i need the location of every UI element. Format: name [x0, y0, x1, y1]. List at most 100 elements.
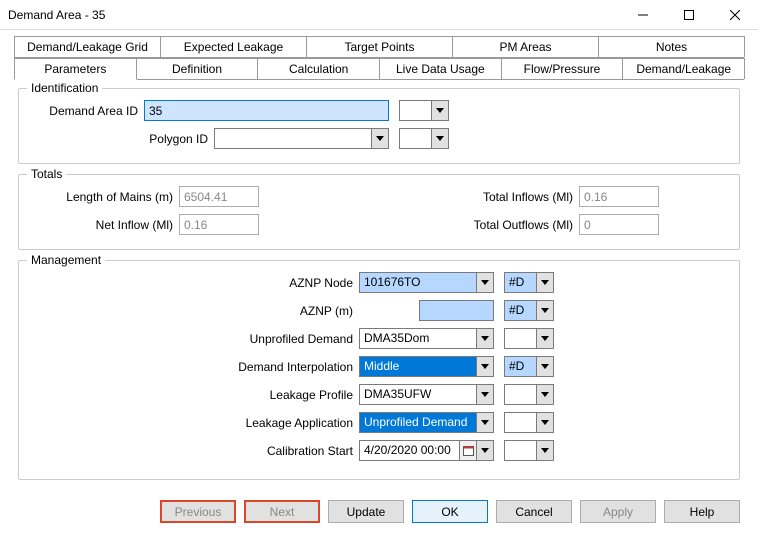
polygon-id-label: Polygon ID [29, 132, 214, 146]
aznp-node-flag-combo[interactable]: #D [504, 272, 554, 293]
flag-value: #D [505, 301, 536, 320]
management-group: Management AZNP Node 101676TO #D AZNP (m… [18, 260, 740, 480]
flag-value [400, 129, 431, 148]
chevron-down-icon [431, 129, 448, 148]
chevron-down-icon [476, 385, 493, 404]
tab-demand-leakage-grid[interactable]: Demand/Leakage Grid [14, 36, 161, 57]
calibration-start-picker[interactable]: 4/20/2020 00:00 [359, 440, 494, 461]
tab-notes[interactable]: Notes [598, 36, 745, 57]
chevron-down-icon [476, 413, 493, 432]
leakage-application-flag-combo[interactable] [504, 412, 554, 433]
flag-value [505, 385, 536, 404]
leakage-profile-flag-combo[interactable] [504, 384, 554, 405]
total-outflows-input [579, 214, 659, 235]
aznp-m-label: AZNP (m) [29, 304, 359, 318]
tab-row-bottom: Parameters Definition Calculation Live D… [14, 58, 744, 80]
calibration-start-flag-combo[interactable] [504, 440, 554, 461]
flag-value [505, 329, 536, 348]
tab-demand-leakage[interactable]: Demand/Leakage [622, 58, 745, 79]
chevron-down-icon [536, 385, 553, 404]
chevron-down-icon [536, 301, 553, 320]
tab-flow-pressure[interactable]: Flow/Pressure [501, 58, 624, 79]
leakage-application-label: Leakage Application [29, 416, 359, 430]
aznp-node-label: AZNP Node [29, 276, 359, 290]
chevron-down-icon [536, 273, 553, 292]
tab-definition[interactable]: Definition [136, 58, 259, 79]
calendar-icon [459, 441, 476, 460]
leakage-application-combo[interactable]: Unprofiled Demand [359, 412, 494, 433]
aznp-node-value: 101676TO [360, 273, 476, 292]
total-inflows-input [579, 186, 659, 207]
demand-interpolation-combo[interactable]: Middle [359, 356, 494, 377]
polygon-id-combo[interactable] [214, 128, 389, 149]
tab-parameters[interactable]: Parameters [14, 58, 137, 80]
chevron-down-icon [476, 273, 493, 292]
demand-area-id-label: Demand Area ID [29, 104, 144, 118]
button-bar: Previous Next Update OK Cancel Apply Hel… [0, 490, 758, 535]
flag-value [505, 441, 536, 460]
length-of-mains-input [179, 186, 259, 207]
close-button[interactable] [712, 0, 758, 30]
flag-value [400, 101, 431, 120]
unprofiled-demand-flag-combo[interactable] [504, 328, 554, 349]
leakage-profile-combo[interactable]: DMA35UFW [359, 384, 494, 405]
unprofiled-demand-label: Unprofiled Demand [29, 332, 359, 346]
unprofiled-demand-value: DMA35Dom [360, 329, 476, 348]
minimize-button[interactable] [620, 0, 666, 30]
calibration-start-label: Calibration Start [29, 444, 359, 458]
cancel-button[interactable]: Cancel [496, 500, 572, 523]
maximize-button[interactable] [666, 0, 712, 30]
tab-live-data-usage[interactable]: Live Data Usage [379, 58, 502, 79]
chevron-down-icon [476, 441, 493, 460]
totals-legend: Totals [27, 167, 66, 181]
demand-interpolation-flag-combo[interactable]: #D [504, 356, 554, 377]
chevron-down-icon [536, 329, 553, 348]
tab-row-top: Demand/Leakage Grid Expected Leakage Tar… [14, 36, 744, 58]
management-legend: Management [27, 253, 105, 267]
window-title: Demand Area - 35 [8, 8, 620, 22]
aznp-m-input[interactable] [419, 300, 494, 321]
identification-legend: Identification [27, 81, 102, 95]
identification-group: Identification Demand Area ID Polygon ID [18, 88, 740, 164]
total-outflows-label: Total Outflows (Ml) [429, 218, 579, 232]
help-button[interactable]: Help [664, 500, 740, 523]
net-inflow-input [179, 214, 259, 235]
tab-pm-areas[interactable]: PM Areas [452, 36, 599, 57]
leakage-profile-label: Leakage Profile [29, 388, 359, 402]
chevron-down-icon [476, 357, 493, 376]
aznp-node-combo[interactable]: 101676TO [359, 272, 494, 293]
demand-area-id-flag-combo[interactable] [399, 100, 449, 121]
tab-target-points[interactable]: Target Points [306, 36, 453, 57]
chevron-down-icon [476, 329, 493, 348]
polygon-id-value [215, 129, 371, 148]
polygon-id-flag-combo[interactable] [399, 128, 449, 149]
unprofiled-demand-combo[interactable]: DMA35Dom [359, 328, 494, 349]
total-inflows-label: Total Inflows (Ml) [429, 190, 579, 204]
demand-interpolation-label: Demand Interpolation [29, 360, 359, 374]
titlebar: Demand Area - 35 [0, 0, 758, 30]
next-button[interactable]: Next [244, 500, 320, 523]
tab-expected-leakage[interactable]: Expected Leakage [160, 36, 307, 57]
demand-area-id-input[interactable] [144, 100, 389, 121]
chevron-down-icon [536, 357, 553, 376]
length-of-mains-label: Length of Mains (m) [29, 190, 179, 204]
leakage-application-value: Unprofiled Demand [360, 413, 476, 432]
demand-interpolation-value: Middle [360, 357, 476, 376]
chevron-down-icon [371, 129, 388, 148]
flag-value: #D [505, 273, 536, 292]
flag-value: #D [505, 357, 536, 376]
previous-button[interactable]: Previous [160, 500, 236, 523]
update-button[interactable]: Update [328, 500, 404, 523]
net-inflow-label: Net Inflow (Ml) [29, 218, 179, 232]
chevron-down-icon [536, 441, 553, 460]
apply-button[interactable]: Apply [580, 500, 656, 523]
chevron-down-icon [536, 413, 553, 432]
calibration-start-value: 4/20/2020 00:00 [360, 441, 459, 460]
ok-button[interactable]: OK [412, 500, 488, 523]
totals-group: Totals Length of Mains (m) Total Inflows… [18, 174, 740, 250]
aznp-m-flag-combo[interactable]: #D [504, 300, 554, 321]
flag-value [505, 413, 536, 432]
leakage-profile-value: DMA35UFW [360, 385, 476, 404]
chevron-down-icon [431, 101, 448, 120]
tab-calculation[interactable]: Calculation [257, 58, 380, 79]
